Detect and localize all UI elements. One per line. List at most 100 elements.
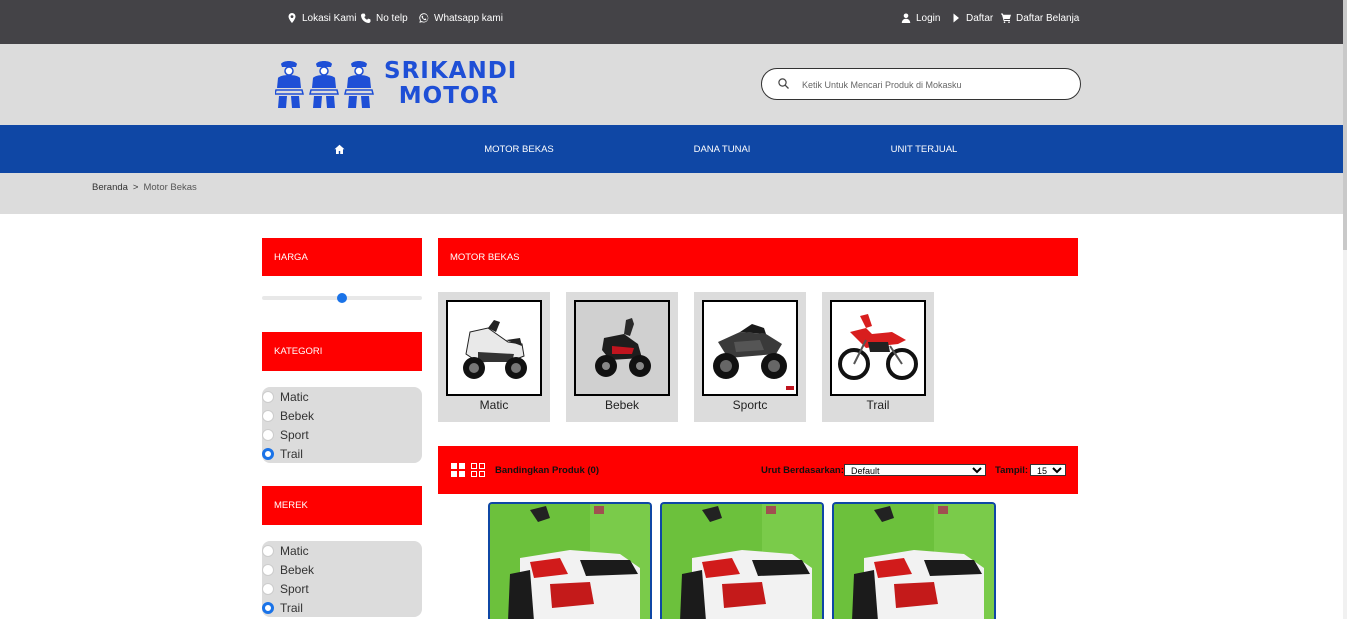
top-bar: Lokasi Kami No telp Whatsapp kami Login …	[0, 0, 1343, 44]
product-card[interactable]	[488, 502, 652, 619]
logo-figures-icon[interactable]	[275, 58, 377, 110]
register-label: Daftar	[966, 12, 994, 24]
price-slider-thumb[interactable]	[337, 293, 347, 303]
radio-button[interactable]	[262, 544, 274, 557]
brand-option-label: Trail	[280, 600, 303, 615]
sport-image[interactable]	[702, 300, 798, 396]
breadcrumb-separator: >	[132, 182, 139, 193]
whatsapp-link[interactable]: Whatsapp kami	[419, 0, 503, 36]
product-card[interactable]	[832, 502, 996, 619]
search-icon[interactable]	[778, 78, 789, 89]
category-tile-label: Trail	[866, 398, 890, 412]
radio-button[interactable]	[262, 390, 274, 403]
grid-view-icon[interactable]	[451, 463, 465, 477]
page-scrollbar[interactable]	[1343, 0, 1347, 619]
product-card[interactable]	[660, 502, 824, 619]
sort-select[interactable]: Default	[844, 464, 986, 476]
nav-dana-tunai[interactable]: DANA TUNAI	[672, 125, 772, 173]
search-input[interactable]	[802, 75, 1062, 95]
radio-button-checked[interactable]	[262, 447, 274, 460]
category-option-trail[interactable]: Trail	[262, 444, 303, 463]
home-icon	[334, 144, 344, 154]
nav-unit-terjual-label: UNIT TERJUAL	[890, 143, 958, 155]
cart-label: Daftar Belanja	[1016, 12, 1080, 24]
register-link[interactable]: Daftar	[951, 0, 993, 36]
category-tile-sportc[interactable]: Sportc	[694, 292, 806, 422]
phone-icon	[361, 13, 371, 23]
nav-dana-tunai-label: DANA TUNAI	[693, 143, 751, 155]
brand-option-matic[interactable]: Matic	[262, 541, 309, 560]
user-icon	[901, 13, 911, 23]
matic-image[interactable]	[446, 300, 542, 396]
scrollbar-thumb[interactable]	[1343, 0, 1347, 250]
brand-options: Matic Bebek Sport Trail	[262, 541, 422, 617]
category-tile-label: Matic	[479, 398, 509, 412]
radio-button[interactable]	[262, 409, 274, 422]
breadcrumb-bar: Beranda > Motor Bekas	[0, 173, 1343, 214]
cart-icon	[1001, 13, 1011, 23]
login-link[interactable]: Login	[901, 0, 940, 36]
header: SRIKANDI MOTOR	[0, 44, 1343, 125]
brand-line-2: MOTOR	[398, 83, 500, 109]
brand-option-bebek[interactable]: Bebek	[262, 560, 314, 579]
brand-option-label: Matic	[280, 543, 309, 558]
trail-image[interactable]	[830, 300, 926, 396]
section-header: MOTOR BEKAS	[438, 238, 1078, 276]
nav-motor-bekas[interactable]: MOTOR BEKAS	[469, 125, 569, 173]
sort-label: Urut Berdasarkan:	[761, 465, 844, 476]
category-option-sport[interactable]: Sport	[262, 425, 309, 444]
main-nav: MOTOR BEKAS DANA TUNAI UNIT TERJUAL	[0, 125, 1343, 173]
brand-logo-text[interactable]: SRIKANDI MOTOR	[384, 58, 518, 109]
category-filter-title: KATEGORI	[274, 346, 323, 357]
map-pin-icon	[288, 13, 296, 23]
category-option-bebek[interactable]: Bebek	[262, 406, 314, 425]
login-label: Login	[916, 12, 941, 24]
price-filter-title: HARGA	[274, 251, 308, 263]
phone-link[interactable]: No telp	[361, 0, 408, 36]
brand-option-trail[interactable]: Trail	[262, 598, 303, 617]
category-option-label: Trail	[280, 446, 303, 461]
section-title: MOTOR BEKAS	[450, 251, 520, 263]
radio-button-checked[interactable]	[262, 601, 274, 614]
cart-link[interactable]: Daftar Belanja	[1001, 0, 1079, 36]
radio-button[interactable]	[262, 582, 274, 595]
page: Lokasi Kami No telp Whatsapp kami Login …	[0, 0, 1347, 619]
brand-option-label: Bebek	[280, 562, 315, 577]
brand-option-label: Sport	[280, 581, 309, 596]
product-image[interactable]	[662, 504, 822, 619]
radio-button[interactable]	[262, 428, 274, 441]
category-tile-label: Sportc	[732, 398, 768, 412]
brand-line-1: SRIKANDI	[384, 58, 518, 84]
bebek-image[interactable]	[574, 300, 670, 396]
category-options: Matic Bebek Sport Trail	[262, 387, 422, 463]
list-view-icon[interactable]	[471, 463, 485, 477]
category-option-matic[interactable]: Matic	[262, 387, 309, 406]
category-option-label: Matic	[280, 389, 309, 404]
location-link[interactable]: Lokasi Kami	[287, 0, 356, 36]
brand-option-sport[interactable]: Sport	[262, 579, 309, 598]
caret-right-icon	[953, 13, 959, 23]
show-label: Tampil:	[995, 465, 1029, 476]
brand-filter-header: MEREK	[262, 486, 422, 525]
product-image[interactable]	[490, 504, 650, 619]
nav-motor-bekas-label: MOTOR BEKAS	[484, 143, 554, 155]
nav-unit-terjual[interactable]: UNIT TERJUAL	[874, 125, 974, 173]
category-option-label: Sport	[280, 427, 309, 442]
category-tile-label: Bebek	[604, 398, 640, 412]
category-tile-bebek[interactable]: Bebek	[566, 292, 678, 422]
compare-products-link[interactable]: Bandingkan Produk (0)	[495, 465, 599, 476]
search-box	[761, 68, 1081, 100]
product-image[interactable]	[834, 504, 994, 619]
product-toolbar: Bandingkan Produk (0) Urut Berdasarkan: …	[438, 446, 1078, 494]
brand-filter-title: MEREK	[274, 500, 308, 511]
show-count-select[interactable]: 15	[1030, 464, 1066, 476]
category-option-label: Bebek	[280, 408, 315, 423]
whatsapp-label: Whatsapp kami	[434, 12, 503, 24]
radio-button[interactable]	[262, 563, 274, 576]
breadcrumb-current: Motor Bekas	[143, 182, 197, 193]
category-tile-matic[interactable]: Matic	[438, 292, 550, 422]
category-tile-trail[interactable]: Trail	[822, 292, 934, 422]
nav-home[interactable]	[318, 125, 360, 173]
breadcrumb: Beranda > Motor Bekas	[92, 182, 197, 193]
breadcrumb-home[interactable]: Beranda	[92, 182, 128, 193]
